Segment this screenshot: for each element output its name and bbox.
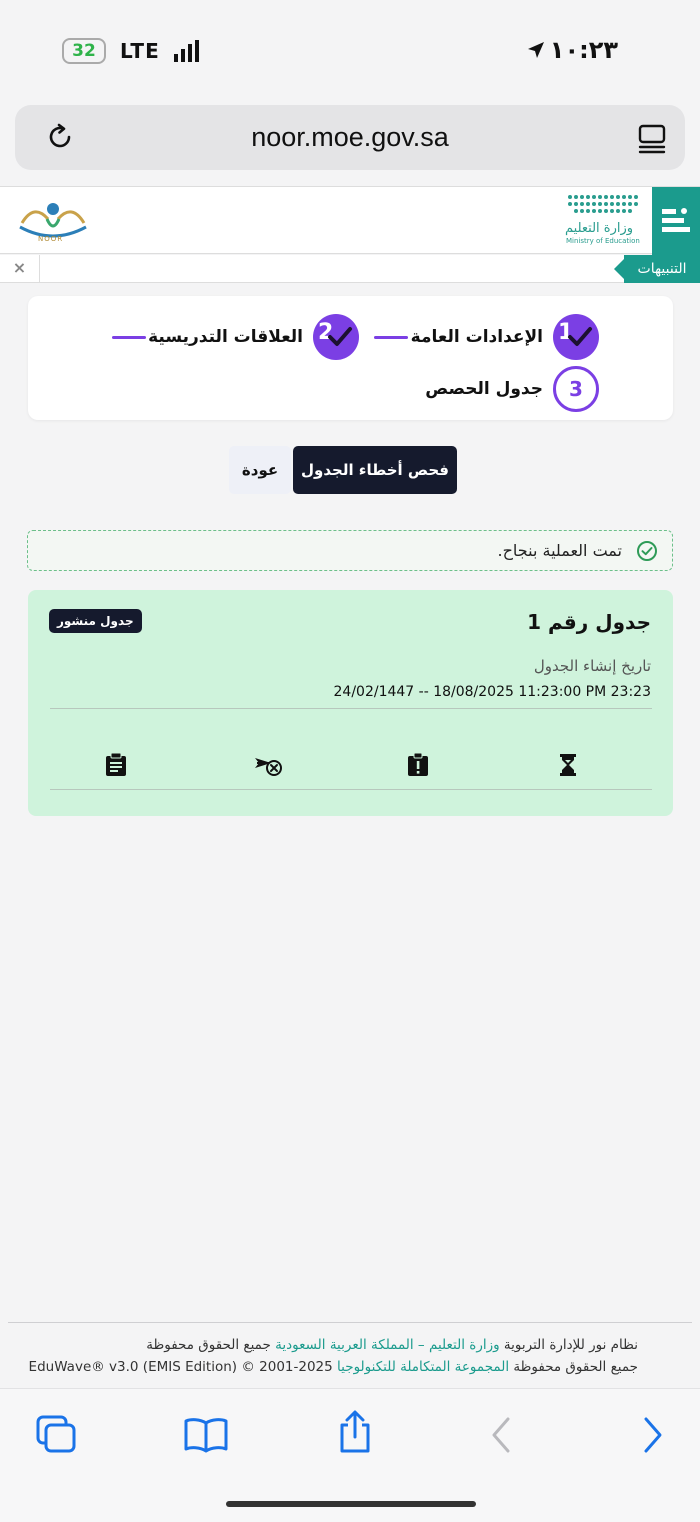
wizard-steps: 1 الإعدادات العامة 2 العلاقات التدريسية … <box>28 296 673 420</box>
footer-text: جميع الحقوق محفوظة <box>513 1359 638 1375</box>
wizard-step-1[interactable]: 1 الإعدادات العامة <box>411 314 599 360</box>
step-connector <box>112 336 146 339</box>
check-icon <box>328 327 352 346</box>
step-2-circle: 2 <box>313 314 359 360</box>
hourglass-icon[interactable] <box>555 752 581 778</box>
battery-indicator: 32 <box>62 38 106 64</box>
location-icon <box>527 42 544 58</box>
notifications-bar: × التنبيهات <box>0 255 700 283</box>
check-schedule-errors-button[interactable]: فحص أخطاء الجدول <box>293 446 457 494</box>
clipboard-list-icon[interactable] <box>103 752 129 778</box>
step-3-circle: 3 <box>553 366 599 412</box>
step-1-circle: 1 <box>553 314 599 360</box>
forward-arrow-icon[interactable] <box>640 1415 666 1455</box>
check-icon <box>568 327 592 346</box>
integrated-tech-link[interactable]: المجموعة المتكاملة للتكنولوجيا <box>337 1359 509 1375</box>
ministry-name-en: Ministry of Education <box>566 237 640 245</box>
site-header: NOOR وزارة التعليم Ministry of Education <box>0 186 700 255</box>
back-button[interactable]: عودة <box>229 446 291 494</box>
success-alert: تمت العملية بنجاح. <box>27 530 673 571</box>
network-type: LTE <box>120 39 160 63</box>
menu-toggle[interactable] <box>652 187 700 255</box>
battery-level: 32 <box>72 41 96 61</box>
step-3-label: جدول الحصص <box>425 379 543 399</box>
status-time: ١٠:٢٣ <box>526 36 618 64</box>
notifications-tab[interactable]: التنبيهات <box>614 255 700 283</box>
footer-separator <box>8 1322 692 1323</box>
back-arrow-icon[interactable] <box>488 1415 514 1455</box>
status-bar: 32 LTE ١٠:٢٣ <box>0 0 700 100</box>
close-notifications-button[interactable]: × <box>0 255 40 283</box>
alert-clipboard-icon[interactable] <box>405 752 431 778</box>
share-icon[interactable] <box>336 1409 374 1455</box>
status-left: 32 LTE <box>62 38 199 64</box>
copyright-text: EduWave® v3.0 (EMIS Edition) © 2001-2025 <box>28 1359 333 1375</box>
step-connector <box>374 336 408 339</box>
footer-text: نظام نور للإدارة التربوية <box>503 1337 638 1353</box>
card-divider <box>50 789 652 790</box>
created-date-label: تاريخ إنشاء الجدول <box>533 657 651 675</box>
ministry-mark-icon <box>662 208 690 232</box>
status-badge: جدول منشور <box>49 609 142 633</box>
browser-toolbar <box>0 1388 700 1522</box>
signal-icon <box>173 40 199 62</box>
tabs-icon[interactable] <box>36 1415 78 1455</box>
footer-text: جميع الحقوق محفوظة <box>146 1337 271 1353</box>
ministry-link[interactable]: وزارة التعليم – المملكة العربية السعودية <box>275 1337 500 1353</box>
check-circle-icon <box>637 541 657 561</box>
footer: نظام نور للإدارة التربوية وزارة التعليم … <box>16 1334 638 1378</box>
address-bar[interactable]: noor.moe.gov.sa <box>15 105 685 170</box>
noor-caption: NOOR <box>38 235 64 243</box>
url-text[interactable]: noor.moe.gov.sa <box>15 122 685 153</box>
step-1-label: الإعدادات العامة <box>410 327 543 347</box>
schedule-title: جدول رقم 1 <box>527 610 651 634</box>
created-date-value: 24/02/1447 -- 18/08/2025 11:23:00 PM 23:… <box>333 684 651 700</box>
success-message: تمت العملية بنجاح. <box>497 541 622 560</box>
card-divider <box>50 708 652 709</box>
footer-line-2: جميع الحقوق محفوظة المجموعة المتكاملة لل… <box>16 1356 638 1378</box>
wizard-step-3[interactable]: 3 جدول الحصص <box>425 366 599 412</box>
bookmarks-icon[interactable] <box>183 1417 229 1453</box>
step-2-label: العلاقات التدريسية <box>148 327 303 347</box>
footer-line-1: نظام نور للإدارة التربوية وزارة التعليم … <box>16 1334 638 1356</box>
home-indicator <box>226 1501 476 1507</box>
schedule-card: جدول رقم 1 جدول منشور تاريخ إنشاء الجدول… <box>28 590 673 816</box>
unpublish-icon[interactable] <box>253 752 283 778</box>
wizard-step-2[interactable]: 2 العلاقات التدريسية <box>148 314 359 360</box>
clock: ١٠:٢٣ <box>549 36 618 64</box>
reader-mode-icon[interactable] <box>637 123 667 155</box>
ministry-name-ar: وزارة التعليم <box>565 221 634 236</box>
